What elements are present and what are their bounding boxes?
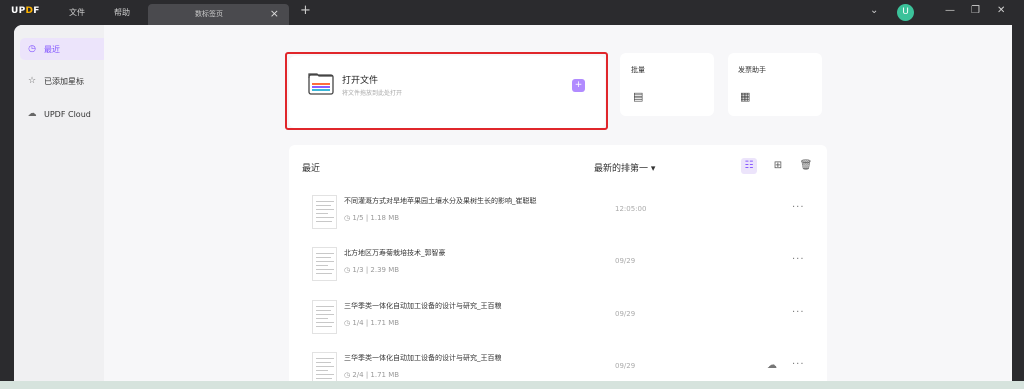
new-tab-icon[interactable]: + — [300, 3, 311, 18]
sort-dropdown[interactable]: 最新的排第一 ▾ — [594, 161, 655, 174]
file-thumbnail — [312, 352, 337, 381]
list-item[interactable]: 三华季类一体化自动加工设备的设计与研究_王百粮 ◷ 1/4 | 1.71 MB … — [302, 300, 812, 352]
sidebar-item-label: UPDF Cloud — [44, 109, 91, 119]
file-date: 09/29 — [615, 257, 636, 265]
file-meta: ◷ 1/4 | 1.71 MB — [344, 319, 400, 327]
more-icon[interactable]: ··· — [792, 254, 805, 265]
file-thumbnail — [312, 247, 337, 281]
file-meta: ◷ 1/3 | 2.39 MB — [344, 266, 400, 274]
close-window-icon[interactable]: ✕ — [997, 5, 1005, 16]
invoice-title: 发票助手 — [738, 66, 766, 74]
sidebar-item-recent[interactable]: ◷ 最近 — [20, 38, 108, 60]
trash-icon[interactable]: 🗑 — [798, 158, 814, 174]
app-logo: UPDF — [11, 6, 40, 16]
clock-icon: ◷ — [28, 44, 36, 54]
sidebar-item-starred[interactable]: ☆ 已添加星标 — [20, 70, 108, 92]
star-icon: ☆ — [27, 76, 37, 86]
cloud-icon: ☁ — [27, 109, 37, 119]
tab-home[interactable]: 数标签页 × — [148, 4, 289, 25]
file-name: 三华季类一体化自动加工设备的设计与研究_王百粮 — [344, 302, 502, 310]
restore-icon[interactable]: ❐ — [971, 5, 980, 16]
file-date: 09/29 — [615, 310, 636, 318]
avatar[interactable]: U — [897, 4, 914, 21]
grid-view-icon[interactable]: ⊞ — [770, 158, 786, 174]
recent-title: 最近 — [302, 164, 321, 174]
sidebar-item-label: 已添加星标 — [44, 76, 84, 86]
file-name: 不同灌溉方式对旱地苹果园土壤水分及果树生长的影响_崔聪聪 — [344, 197, 537, 205]
title-bar: UPDF 文件 帮助 数标签页 × + ⌄ U — ❐ ✕ — [0, 0, 1024, 25]
chevron-down-icon: ▾ — [650, 164, 656, 174]
list-item[interactable]: 北方地区万寿菊栽培技术_郭智豪 ◷ 1/3 | 2.39 MB 09/29 ··… — [302, 247, 812, 299]
sidebar-item-label: 最近 — [44, 44, 60, 54]
more-icon[interactable]: ··· — [792, 307, 805, 318]
menu-help[interactable]: 帮助 — [114, 7, 130, 18]
file-meta: ◷ 1/5 | 1.18 MB — [344, 214, 400, 222]
list-view-icon[interactable]: ☷ — [741, 158, 757, 174]
more-icon[interactable]: ··· — [792, 202, 805, 213]
highlight-outline — [285, 52, 608, 130]
sort-label: 最新的排第一 — [594, 164, 649, 174]
dropdown-icon[interactable]: ⌄ — [870, 5, 878, 16]
more-icon[interactable]: ··· — [792, 359, 805, 370]
list-item[interactable]: 三华季类一体化自动加工设备的设计与研究_王百粮 ◷ 2/4 | 1.71 MB … — [302, 352, 812, 381]
invoice-card[interactable]: 发票助手 ▦ — [728, 53, 822, 116]
sidebar-item-cloud[interactable]: ☁ UPDF Cloud — [20, 103, 108, 125]
file-date: 09/29 — [615, 362, 636, 370]
bottom-strip — [0, 381, 1024, 389]
tab-title: 数标签页 — [195, 10, 223, 18]
batch-card[interactable]: 批量 ▤ — [620, 53, 714, 116]
file-name: 北方地区万寿菊栽培技术_郭智豪 — [344, 249, 446, 257]
list-item[interactable]: 不同灌溉方式对旱地苹果园土壤水分及果树生长的影响_崔聪聪 ◷ 1/5 | 1.1… — [302, 195, 812, 247]
file-date: 12:05:00 — [615, 205, 647, 213]
file-thumbnail — [312, 195, 337, 229]
tab-close-icon[interactable]: × — [270, 7, 279, 20]
minimize-icon[interactable]: — — [945, 5, 955, 16]
invoice-icon: ▦ — [740, 90, 751, 103]
file-name: 三华季类一体化自动加工设备的设计与研究_王百粮 — [344, 354, 502, 362]
batch-icon: ▤ — [633, 90, 644, 103]
sidebar: ◷ 最近 ☆ 已添加星标 ☁ UPDF Cloud — [14, 25, 108, 381]
batch-title: 批量 — [631, 66, 645, 74]
menu-file[interactable]: 文件 — [69, 7, 85, 18]
file-meta: ◷ 2/4 | 1.71 MB — [344, 371, 400, 379]
cloud-sync-icon: ☁ — [767, 360, 777, 371]
file-thumbnail — [312, 300, 337, 334]
